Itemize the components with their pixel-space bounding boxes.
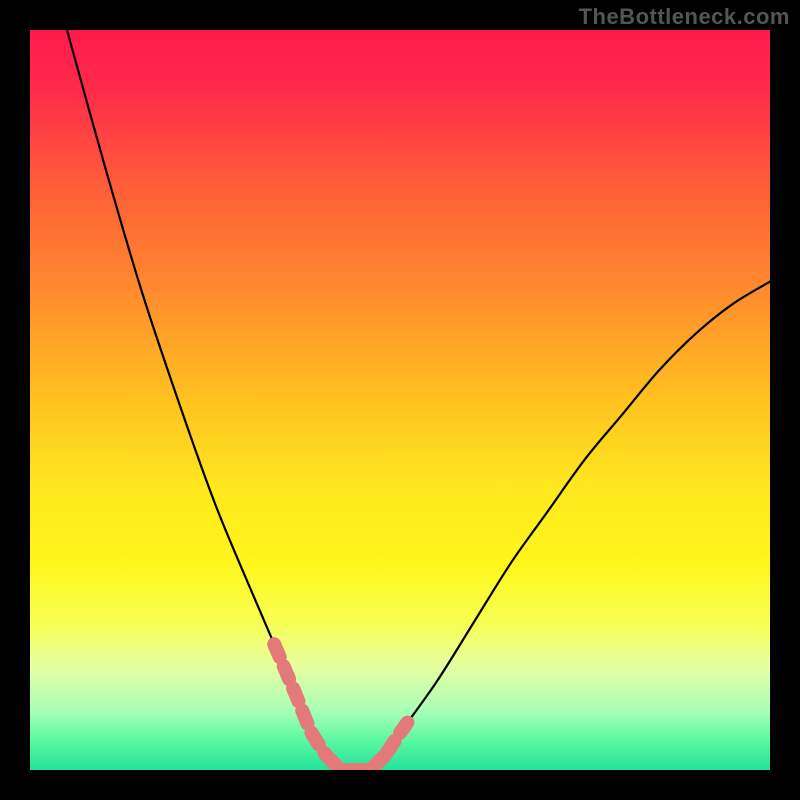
watermark-text: TheBottleneck.com [579, 4, 790, 30]
chart-frame: TheBottleneck.com [0, 0, 800, 800]
gradient-background [30, 30, 770, 770]
plot-svg [30, 30, 770, 770]
plot-area [30, 30, 770, 770]
